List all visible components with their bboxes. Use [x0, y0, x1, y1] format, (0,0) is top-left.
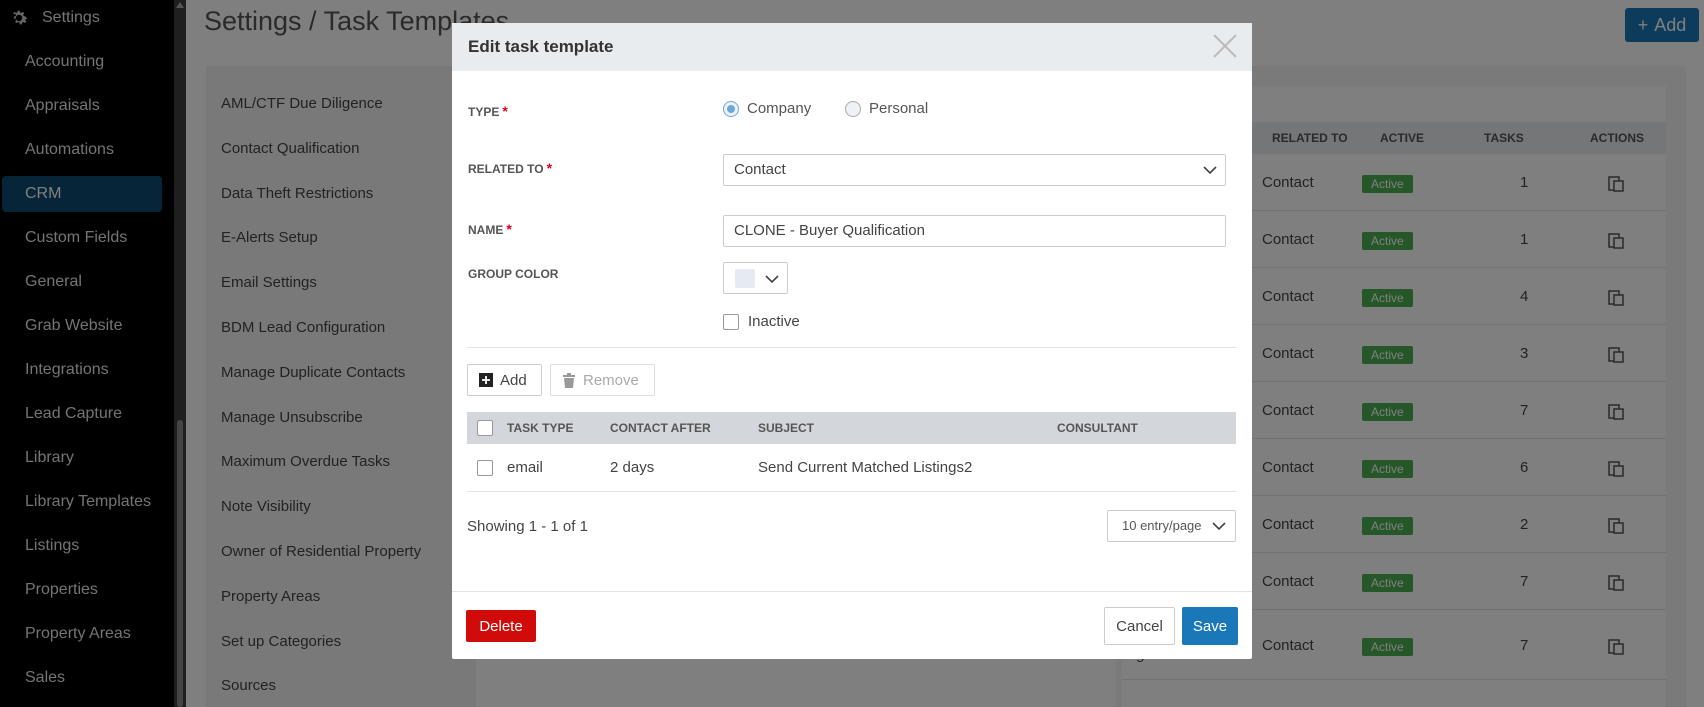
- add-task-button[interactable]: Add: [467, 364, 542, 396]
- col-consultant: CONSULTANT: [1057, 421, 1138, 435]
- radio-unselected-icon: [845, 100, 861, 117]
- add-task-label: Add: [500, 371, 527, 389]
- name-label-text: NAME: [468, 223, 504, 237]
- radio-label: Personal: [869, 100, 929, 117]
- save-button[interactable]: Save: [1182, 607, 1238, 645]
- related-to-value: Contact: [734, 161, 786, 178]
- footer-divider: [452, 591, 1252, 592]
- modal-title: Edit task template: [468, 37, 614, 56]
- per-page-value: 10 entry/page: [1122, 518, 1202, 533]
- remove-task-button[interactable]: Remove: [550, 364, 655, 396]
- col-task-type: TASK TYPE: [507, 421, 574, 435]
- type-label: TYPE *: [468, 103, 508, 119]
- trash-icon: [563, 372, 575, 388]
- radio-selected-icon: [723, 100, 739, 117]
- chevron-down-icon: [765, 275, 779, 284]
- task-table-header: TASK TYPE CONTACT AFTER SUBJECT CONSULTA…: [467, 412, 1236, 444]
- plus-square-icon: [479, 373, 493, 387]
- group-color-select[interactable]: [723, 262, 788, 294]
- name-label: NAME *: [468, 221, 512, 237]
- name-value: CLONE - Buyer Qualification: [734, 222, 925, 239]
- chevron-down-icon: [1203, 166, 1217, 175]
- remove-task-label: Remove: [583, 371, 639, 389]
- close-icon[interactable]: [1212, 33, 1238, 59]
- pagination-info: Showing 1 - 1 of 1: [467, 518, 588, 535]
- modal-header: Edit task template: [452, 23, 1252, 71]
- type-radio-personal[interactable]: Personal: [845, 100, 928, 117]
- related-to-label: RELATED TO *: [468, 160, 553, 176]
- task-type-cell: email: [507, 459, 543, 476]
- cancel-button[interactable]: Cancel: [1104, 607, 1175, 645]
- radio-label: Company: [747, 100, 812, 117]
- inactive-label: Inactive: [748, 313, 800, 330]
- chevron-down-icon: [1212, 522, 1226, 531]
- group-color-label: GROUP COLOR: [468, 267, 559, 281]
- subject-cell: Send Current Matched Listings2: [758, 459, 973, 476]
- related-to-select[interactable]: Contact: [723, 154, 1226, 186]
- col-subject: SUBJECT: [758, 421, 815, 435]
- inactive-checkbox[interactable]: [723, 313, 739, 330]
- edit-task-template-modal: Edit task template TYPE * Company Persona…: [452, 23, 1252, 659]
- related-to-label-text: RELATED TO: [468, 162, 544, 176]
- type-radio-company[interactable]: Company: [723, 100, 811, 117]
- table-row[interactable]: email 2 days Send Current Matched Listin…: [467, 444, 1236, 492]
- row-checkbox[interactable]: [477, 460, 493, 476]
- select-all-checkbox[interactable]: [477, 420, 493, 436]
- inactive-checkbox-row[interactable]: Inactive: [723, 313, 800, 330]
- divider: [467, 347, 1236, 348]
- name-input[interactable]: CLONE - Buyer Qualification: [723, 215, 1226, 247]
- delete-button[interactable]: Delete: [466, 610, 536, 642]
- col-contact-after: CONTACT AFTER: [610, 421, 711, 435]
- type-label-text: TYPE: [468, 105, 500, 119]
- color-swatch: [735, 269, 755, 288]
- per-page-select[interactable]: 10 entry/page: [1107, 510, 1236, 542]
- contact-after-cell: 2 days: [610, 459, 655, 476]
